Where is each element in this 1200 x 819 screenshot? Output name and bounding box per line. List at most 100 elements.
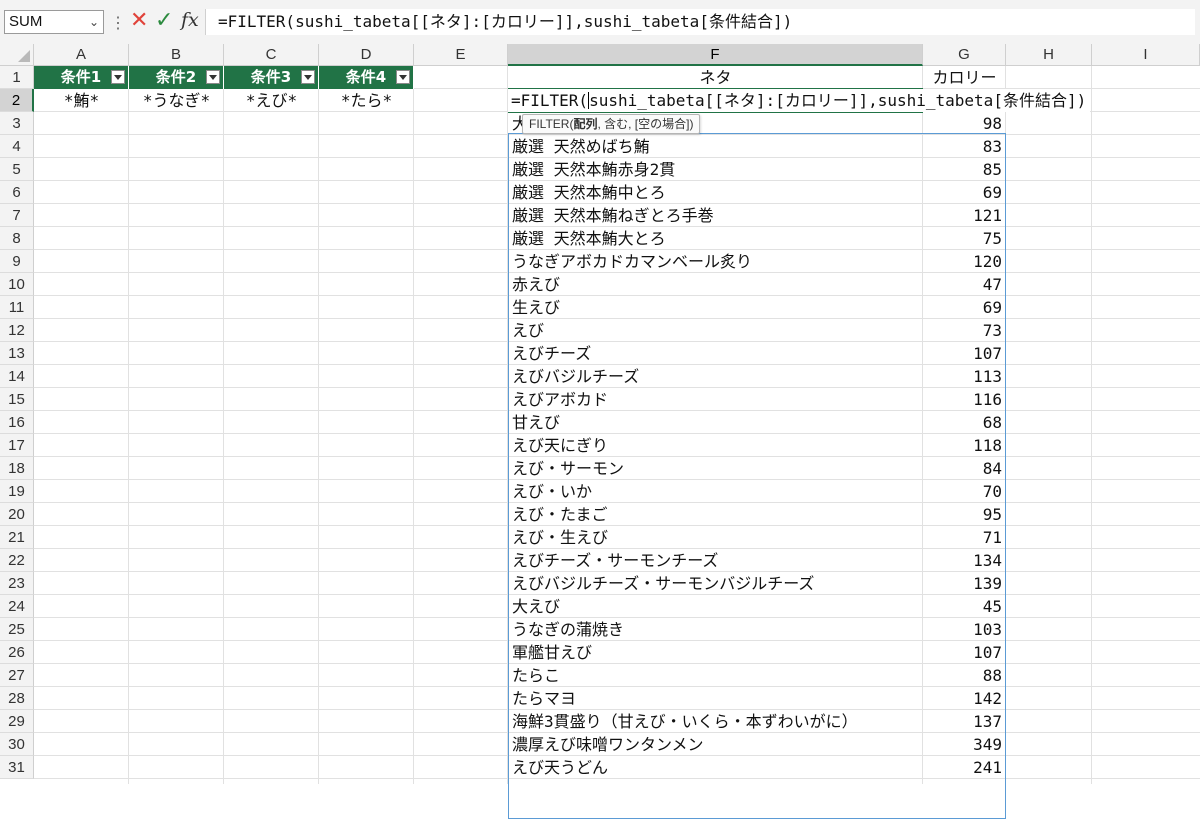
result-calorie-cell[interactable]: 98 — [923, 112, 1006, 135]
row-header-2[interactable]: 2 — [0, 89, 34, 112]
result-neta-cell[interactable]: たらこ — [508, 664, 923, 687]
row-header-30[interactable]: 30 — [0, 733, 34, 756]
formula-input[interactable]: =FILTER(sushi_tabeta[[ネタ]:[カロリー]],sushi_… — [205, 9, 1195, 35]
result-calorie-cell[interactable]: 116 — [923, 388, 1006, 411]
column-header-c[interactable]: C — [224, 44, 319, 66]
result-calorie-cell[interactable]: 69 — [923, 181, 1006, 204]
row-header-1[interactable]: 1 — [0, 66, 34, 89]
select-all-button[interactable] — [0, 44, 34, 66]
result-neta-cell[interactable]: 厳選 天然めばち鮪 — [508, 135, 923, 158]
result-calorie-cell[interactable]: 118 — [923, 434, 1006, 457]
criteria-header-cell[interactable]: 条件3 — [224, 66, 319, 89]
column-header-e[interactable]: E — [414, 44, 508, 66]
result-neta-cell[interactable]: えび・生えび — [508, 526, 923, 549]
result-calorie-cell[interactable]: 47 — [923, 273, 1006, 296]
result-calorie-cell[interactable]: 71 — [923, 526, 1006, 549]
column-header-g[interactable]: G — [923, 44, 1006, 66]
column-header-i[interactable]: I — [1092, 44, 1200, 66]
row-header-11[interactable]: 11 — [0, 296, 34, 319]
cell-editor-f2[interactable]: =FILTER(sushi_tabeta[[ネタ]:[カロリー]],sushi_… — [508, 89, 1091, 112]
result-neta-cell[interactable]: たらマヨ — [508, 687, 923, 710]
row-header-13[interactable]: 13 — [0, 342, 34, 365]
result-calorie-cell[interactable]: 241 — [923, 756, 1006, 779]
result-calorie-cell[interactable]: 113 — [923, 365, 1006, 388]
row-header-25[interactable]: 25 — [0, 618, 34, 641]
column-header-a[interactable]: A — [34, 44, 129, 66]
result-neta-cell[interactable]: えびチーズ — [508, 342, 923, 365]
criteria-header-cell[interactable]: 条件1 — [34, 66, 129, 89]
result-neta-cell[interactable]: 厳選 天然本鮪中とろ — [508, 181, 923, 204]
row-header-5[interactable]: 5 — [0, 158, 34, 181]
name-box[interactable]: SUM ⌄ — [4, 10, 104, 34]
row-header-6[interactable]: 6 — [0, 181, 34, 204]
result-neta-cell[interactable]: 海鮮3貫盛り（甘えび・いくら・本ずわいがに） — [508, 710, 923, 733]
row-header-19[interactable]: 19 — [0, 480, 34, 503]
result-calorie-cell[interactable]: 142 — [923, 687, 1006, 710]
criteria-value-cell[interactable]: *たら* — [319, 89, 414, 112]
row-header-14[interactable]: 14 — [0, 365, 34, 388]
filter-dropdown-icon[interactable] — [206, 70, 220, 84]
header-neta[interactable]: ネタ — [508, 66, 923, 89]
result-calorie-cell[interactable]: 121 — [923, 204, 1006, 227]
result-neta-cell[interactable]: 甘えび — [508, 411, 923, 434]
result-calorie-cell[interactable]: 84 — [923, 457, 1006, 480]
criteria-value-cell[interactable]: *鮪* — [34, 89, 129, 112]
result-calorie-cell[interactable]: 107 — [923, 641, 1006, 664]
row-header-23[interactable]: 23 — [0, 572, 34, 595]
row-header-4[interactable]: 4 — [0, 135, 34, 158]
criteria-header-cell[interactable]: 条件2 — [129, 66, 224, 89]
row-header-9[interactable]: 9 — [0, 250, 34, 273]
row-header-20[interactable]: 20 — [0, 503, 34, 526]
row-header-7[interactable]: 7 — [0, 204, 34, 227]
row-header-27[interactable]: 27 — [0, 664, 34, 687]
filter-dropdown-icon[interactable] — [301, 70, 315, 84]
row-header-3[interactable]: 3 — [0, 112, 34, 135]
result-neta-cell[interactable]: 軍艦甘えび — [508, 641, 923, 664]
result-calorie-cell[interactable]: 139 — [923, 572, 1006, 595]
row-header-15[interactable]: 15 — [0, 388, 34, 411]
result-neta-cell[interactable]: 大えび — [508, 595, 923, 618]
result-calorie-cell[interactable]: 70 — [923, 480, 1006, 503]
column-header-b[interactable]: B — [129, 44, 224, 66]
cancel-icon[interactable]: ✕ — [130, 8, 148, 33]
filter-dropdown-icon[interactable] — [396, 70, 410, 84]
result-neta-cell[interactable]: えび・たまご — [508, 503, 923, 526]
result-calorie-cell[interactable]: 107 — [923, 342, 1006, 365]
row-header-26[interactable]: 26 — [0, 641, 34, 664]
row-header-16[interactable]: 16 — [0, 411, 34, 434]
row-header-17[interactable]: 17 — [0, 434, 34, 457]
result-neta-cell[interactable]: えびバジルチーズ・サーモンバジルチーズ — [508, 572, 923, 595]
result-calorie-cell[interactable]: 120 — [923, 250, 1006, 273]
criteria-header-cell[interactable]: 条件4 — [319, 66, 414, 89]
result-calorie-cell[interactable]: 73 — [923, 319, 1006, 342]
result-neta-cell[interactable]: 濃厚えび味噌ワンタンメン — [508, 733, 923, 756]
criteria-value-cell[interactable]: *えび* — [224, 89, 319, 112]
result-calorie-cell[interactable]: 134 — [923, 549, 1006, 572]
row-header-12[interactable]: 12 — [0, 319, 34, 342]
row-header-28[interactable]: 28 — [0, 687, 34, 710]
result-neta-cell[interactable]: えびチーズ・サーモンチーズ — [508, 549, 923, 572]
result-neta-cell[interactable]: 赤えび — [508, 273, 923, 296]
result-calorie-cell[interactable]: 83 — [923, 135, 1006, 158]
column-header-d[interactable]: D — [319, 44, 414, 66]
row-header-10[interactable]: 10 — [0, 273, 34, 296]
filter-dropdown-icon[interactable] — [111, 70, 125, 84]
row-header-24[interactable]: 24 — [0, 595, 34, 618]
result-neta-cell[interactable]: 生えび — [508, 296, 923, 319]
result-calorie-cell[interactable]: 68 — [923, 411, 1006, 434]
row-header-29[interactable]: 29 — [0, 710, 34, 733]
result-calorie-cell[interactable]: 88 — [923, 664, 1006, 687]
result-neta-cell[interactable]: えびバジルチーズ — [508, 365, 923, 388]
row-header-22[interactable]: 22 — [0, 549, 34, 572]
column-header-f[interactable]: F — [508, 44, 923, 66]
row-header-8[interactable]: 8 — [0, 227, 34, 250]
row-header-31[interactable]: 31 — [0, 756, 34, 779]
result-calorie-cell[interactable]: 75 — [923, 227, 1006, 250]
result-calorie-cell[interactable]: 103 — [923, 618, 1006, 641]
result-neta-cell[interactable]: うなぎアボカドカマンベール炙り — [508, 250, 923, 273]
insert-function-icon[interactable]: fx — [181, 9, 199, 31]
enter-icon[interactable]: ✓ — [155, 8, 173, 33]
row-header-21[interactable]: 21 — [0, 526, 34, 549]
result-neta-cell[interactable]: えび・サーモン — [508, 457, 923, 480]
result-neta-cell[interactable]: えび — [508, 319, 923, 342]
